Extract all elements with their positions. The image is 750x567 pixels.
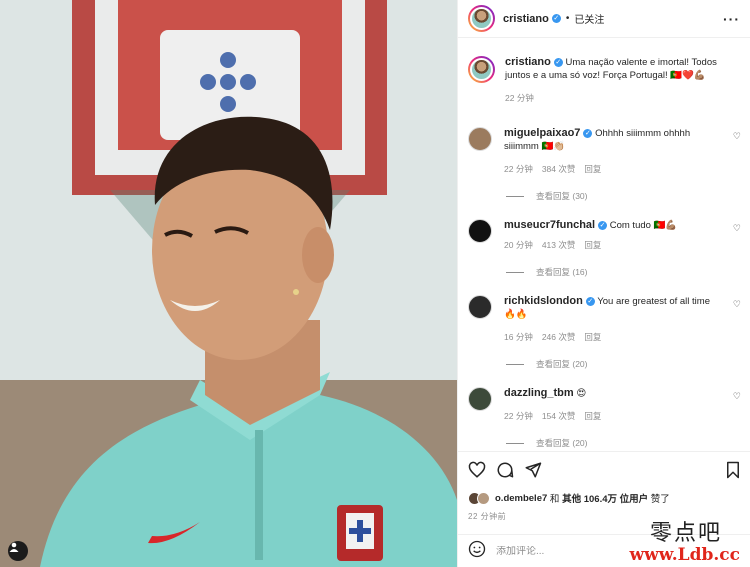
view-replies-button[interactable]: 查看回复 (30) [506, 190, 750, 202]
comment-like-heart-icon[interactable]: ♡ [733, 223, 741, 234]
heart-icon[interactable] [468, 461, 486, 484]
bookmark-icon[interactable] [725, 461, 741, 484]
comment-icon[interactable] [496, 461, 514, 484]
tagged-users-icon[interactable] [8, 541, 28, 561]
likes-others[interactable]: 其他 106.4万 位用户 [562, 491, 648, 505]
watermark-url: www.Ldb.cc [629, 545, 740, 565]
commenter-username[interactable]: miguelpaixao7 [504, 127, 580, 139]
commenter-avatar[interactable] [468, 127, 492, 151]
comment-item: dazzling_tbm 😍 22 分钟 154 次赞 回复 ♡ [458, 387, 750, 423]
comment-meta: 22 分钟 154 次赞 回复 [504, 410, 724, 423]
comment-likes[interactable]: 246 次赞 [542, 332, 576, 342]
comment-like-heart-icon[interactable]: ♡ [733, 299, 741, 310]
author-username[interactable]: cristiano [503, 13, 549, 25]
comment-time: 22 分钟 [504, 164, 533, 174]
reply-button[interactable]: 回复 [584, 164, 601, 174]
liker-username[interactable]: o.dembele7 [495, 493, 547, 504]
follow-status-button[interactable]: 已关注 [574, 11, 604, 26]
verified-badge-icon: ✓ [551, 14, 561, 23]
post-photo[interactable] [0, 0, 457, 567]
comment-like-heart-icon[interactable]: ♡ [733, 391, 741, 402]
reply-button[interactable]: 回复 [584, 240, 601, 250]
caption-time: 22 分钟 [505, 93, 534, 103]
caption-meta: 22 分钟 [505, 92, 725, 105]
comment-item: miguelpaixao7 ✓ Ohhhh siiimmm ohhhh siiim… [458, 127, 750, 176]
view-replies-button[interactable]: 查看回复 (16) [506, 266, 750, 278]
likes-and: 和 [549, 494, 560, 505]
verified-badge-icon: ✓ [583, 128, 593, 138]
comment-likes[interactable]: 154 次赞 [542, 411, 576, 421]
comments-list[interactable]: cristiano ✓ Uma nação valente e imortal! … [458, 38, 750, 451]
comment-text: Com tudo 🇵🇹💪🏽 [609, 220, 678, 231]
caption-avatar[interactable] [468, 56, 495, 83]
comment-time: 16 分钟 [504, 332, 533, 342]
post-header: cristiano ✓ • 已关注 ··· [458, 0, 750, 38]
header-separator: • [565, 13, 570, 24]
comment-meta: 20 分钟 413 次赞 回复 [504, 239, 724, 252]
comment-time: 20 分钟 [504, 240, 533, 250]
commenter-avatar[interactable] [468, 295, 492, 319]
caption-username[interactable]: cristiano [505, 56, 551, 68]
jersey-crest [337, 505, 383, 561]
comment-likes[interactable]: 384 次赞 [542, 164, 576, 174]
more-options-icon[interactable]: ··· [723, 11, 740, 27]
verified-badge-icon: ✓ [598, 220, 608, 230]
commenter-username[interactable]: dazzling_tbm [504, 387, 574, 399]
comment-time: 22 分钟 [504, 411, 533, 421]
caption-row: cristiano ✓ Uma nação valente e imortal! … [458, 56, 750, 105]
commenter-username[interactable]: museucr7funchal [504, 219, 595, 231]
comment-meta: 22 分钟 384 次赞 回复 [504, 163, 724, 176]
view-replies-button[interactable]: 查看回复 (20) [506, 358, 750, 370]
view-replies-button[interactable]: 查看回复 (20) [506, 437, 750, 449]
commenter-username[interactable]: richkidslondon [504, 295, 583, 307]
liker-avatar [477, 491, 490, 505]
likes-liked: 赞了 [650, 494, 670, 505]
comment-text: 😍 [576, 388, 587, 399]
comment-meta: 16 分钟 246 次赞 回复 [504, 331, 724, 344]
send-icon[interactable] [524, 461, 542, 484]
verified-badge-icon: ✓ [553, 57, 563, 67]
comment-item: museucr7funchal ✓ Com tudo 🇵🇹💪🏽 20 分钟 413 … [458, 219, 750, 252]
reply-button[interactable]: 回复 [584, 332, 601, 342]
commenter-avatar[interactable] [468, 387, 492, 411]
commenter-avatar[interactable] [468, 219, 492, 243]
post-side-panel: cristiano ✓ • 已关注 ··· cristiano ✓ Uma naç… [457, 0, 750, 567]
author-avatar[interactable] [468, 5, 495, 32]
verified-badge-icon: ✓ [585, 296, 595, 306]
watermark-cn: 零点吧 [649, 521, 722, 546]
photo-illustration [0, 0, 457, 567]
reply-button[interactable]: 回复 [584, 411, 601, 421]
comment-like-heart-icon[interactable]: ♡ [733, 131, 741, 142]
comment-input[interactable] [496, 545, 646, 557]
smile-icon[interactable] [468, 540, 486, 563]
post-actions: o.dembele7 和 其他 106.4万 位用户 赞了 22 分钟前 [458, 451, 750, 522]
comment-item: richkidslondon ✓ You are greatest of all … [458, 295, 750, 344]
likes-summary[interactable]: o.dembele7 和 其他 106.4万 位用户 赞了 [468, 491, 741, 505]
comment-likes[interactable]: 413 次赞 [542, 240, 576, 250]
